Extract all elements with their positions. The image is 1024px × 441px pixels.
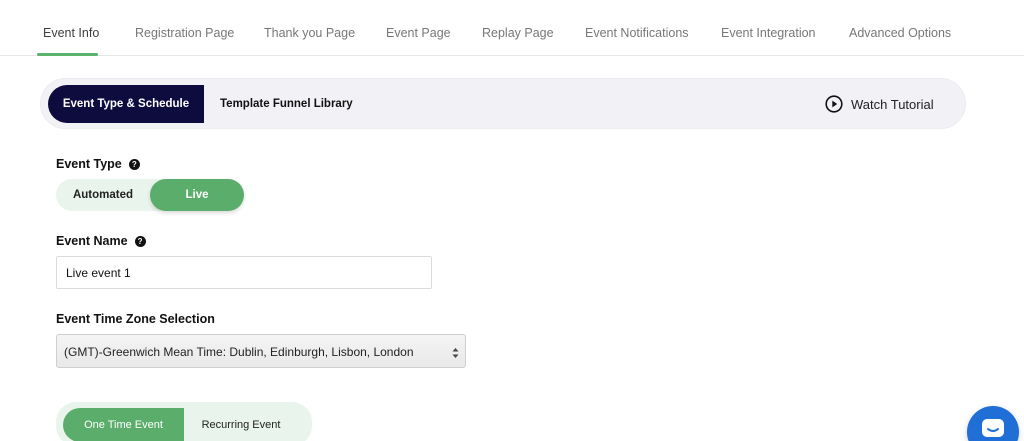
- tab-event-info[interactable]: Event Info: [43, 0, 99, 56]
- select-arrows-icon: [452, 346, 459, 358]
- event-type-live-option[interactable]: Live: [150, 179, 244, 211]
- event-name-label-row: Event Name ?: [56, 234, 146, 248]
- subnav-template-funnel-library[interactable]: Template Funnel Library: [220, 85, 353, 123]
- event-type-toggle: Automated Live: [56, 179, 244, 211]
- chat-support-button[interactable]: [967, 406, 1019, 441]
- event-frequency-toggle: One Time Event Recurring Event: [56, 402, 312, 441]
- event-type-automated-option[interactable]: Automated: [56, 179, 150, 211]
- question-icon[interactable]: ?: [128, 158, 140, 170]
- timezone-select[interactable]: (GMT)-Greenwich Mean Time: Dublin, Edinb…: [56, 334, 466, 368]
- play-circle-icon: [825, 95, 843, 113]
- subnav-event-type-schedule[interactable]: Event Type & Schedule: [48, 85, 204, 123]
- sub-navigation: Event Type & Schedule Template Funnel Li…: [40, 78, 966, 129]
- event-name-input[interactable]: [56, 256, 432, 289]
- event-name-label: Event Name: [56, 234, 128, 248]
- tab-replay-page[interactable]: Replay Page: [482, 0, 554, 56]
- tab-event-page[interactable]: Event Page: [386, 0, 451, 56]
- event-type-label-row: Event Type ?: [56, 157, 140, 171]
- tab-thank-you-page[interactable]: Thank you Page: [264, 0, 355, 56]
- timezone-selected-value: (GMT)-Greenwich Mean Time: Dublin, Edinb…: [64, 345, 414, 359]
- one-time-event-option[interactable]: One Time Event: [63, 408, 184, 441]
- recurring-event-option[interactable]: Recurring Event: [184, 408, 298, 441]
- tab-event-integration[interactable]: Event Integration: [721, 0, 816, 56]
- tab-advanced-options[interactable]: Advanced Options: [849, 0, 951, 56]
- event-type-label: Event Type: [56, 157, 122, 171]
- tab-registration-page[interactable]: Registration Page: [135, 0, 234, 56]
- timezone-label: Event Time Zone Selection: [56, 312, 215, 326]
- top-tab-bar: Event Info Registration Page Thank you P…: [0, 0, 1024, 56]
- watch-tutorial-label: Watch Tutorial: [851, 96, 934, 112]
- timezone-label-row: Event Time Zone Selection: [56, 312, 215, 326]
- tab-event-notifications[interactable]: Event Notifications: [585, 0, 689, 56]
- chat-icon: [982, 419, 1004, 437]
- question-icon[interactable]: ?: [134, 235, 146, 247]
- watch-tutorial-button[interactable]: Watch Tutorial: [825, 85, 934, 123]
- active-tab-indicator: [37, 53, 98, 56]
